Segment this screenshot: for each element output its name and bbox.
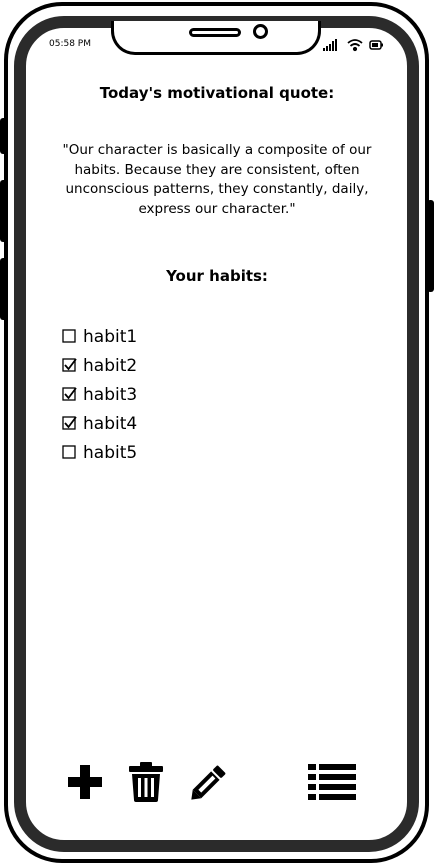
quote-heading: Today's motivational quote: <box>99 84 335 102</box>
habits-heading: Your habits: <box>166 267 268 285</box>
side-button-left-top <box>0 118 7 154</box>
motivational-quote: "Our character is basically a composite … <box>62 142 372 217</box>
checkmark-icon <box>64 358 77 371</box>
habit-item[interactable]: habit5 <box>62 438 137 467</box>
habit-label: habit3 <box>83 384 138 405</box>
battery-icon <box>369 40 383 50</box>
pencil-icon <box>191 765 226 800</box>
list-icon <box>308 764 356 800</box>
edit-habit-button[interactable] <box>188 760 230 804</box>
habit-item[interactable]: habit3 <box>62 380 137 409</box>
signal-icon <box>323 39 337 51</box>
side-button-left-middle <box>0 180 7 242</box>
habit-checkbox[interactable] <box>62 416 77 431</box>
habit-checkbox[interactable] <box>62 445 77 460</box>
habit-checkbox[interactable] <box>62 387 77 402</box>
wifi-icon <box>347 39 363 52</box>
habit-label: habit2 <box>83 355 138 376</box>
habit-item[interactable]: habit1 <box>62 322 137 351</box>
speaker-grille <box>189 28 241 37</box>
list-view-button[interactable] <box>307 760 357 804</box>
habit-label: habit5 <box>83 442 138 463</box>
habit-list: habit1 habit2 habit3 habit4 habit5 <box>62 322 137 467</box>
habit-label: habit4 <box>83 413 138 434</box>
status-time: 05:58 PM <box>49 39 91 49</box>
habit-item[interactable]: habit2 <box>62 351 137 380</box>
plus-icon <box>68 765 102 799</box>
checkmark-icon <box>64 416 77 429</box>
add-habit-button[interactable] <box>64 760 106 804</box>
front-camera <box>253 24 268 39</box>
habit-label: habit1 <box>83 326 138 347</box>
status-icons <box>323 37 385 52</box>
checkmark-icon <box>64 387 77 400</box>
habit-checkbox[interactable] <box>62 358 77 373</box>
habit-item[interactable]: habit4 <box>62 409 137 438</box>
trash-icon <box>129 762 163 802</box>
habit-checkbox[interactable] <box>62 329 77 344</box>
delete-habit-button[interactable] <box>125 760 167 804</box>
phone-notch <box>111 21 321 55</box>
